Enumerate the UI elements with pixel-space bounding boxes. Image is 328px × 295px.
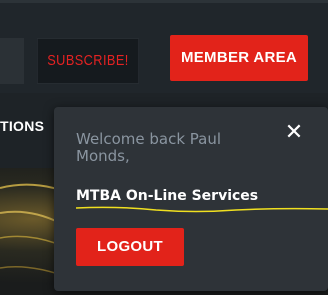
logout-button[interactable]: LOGOUT [76, 228, 184, 266]
site-header: SUBSCRIBE! MEMBER AREA [0, 0, 328, 93]
annotation-underline [76, 206, 328, 213]
close-icon[interactable]: ✕ [283, 122, 305, 144]
online-services-link[interactable]: MTBA On-Line Services [76, 188, 258, 204]
search-input[interactable] [0, 38, 24, 84]
member-welcome-popup: Welcome back Paul Monds, ✕ MTBA On-Line … [54, 107, 328, 291]
welcome-message: Welcome back Paul Monds, [76, 130, 222, 165]
subscribe-button[interactable]: SUBSCRIBE! [37, 38, 139, 84]
nav-item-partial[interactable]: TIONS [0, 118, 44, 134]
member-area-button[interactable]: MEMBER AREA [170, 35, 308, 81]
header-divider [0, 0, 328, 3]
